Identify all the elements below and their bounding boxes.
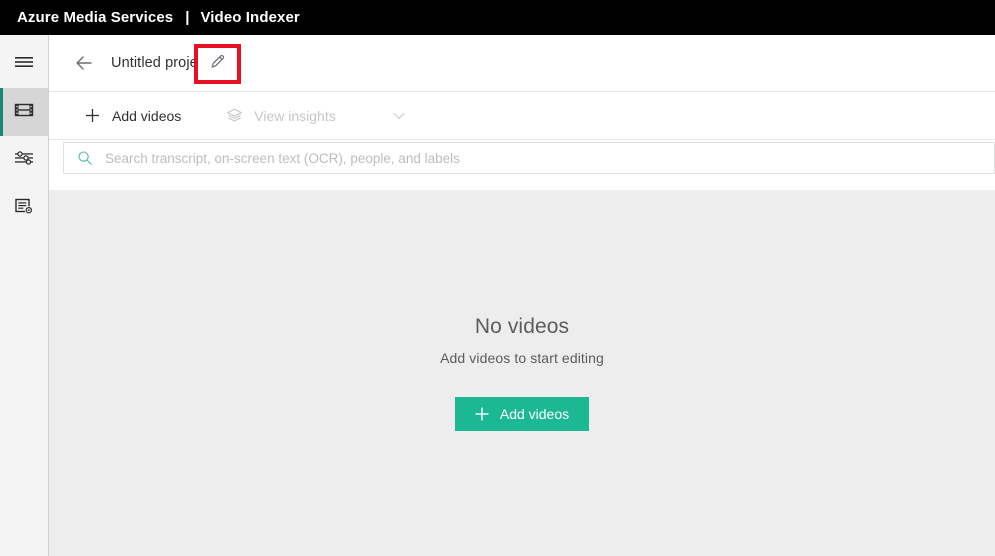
- hamburger-menu-icon: [13, 51, 35, 78]
- project-title-bar: Untitled project: [49, 35, 995, 91]
- search-icon: [76, 150, 93, 167]
- document-settings-icon: [13, 195, 35, 222]
- sidebar: [0, 35, 49, 556]
- search-box[interactable]: [63, 142, 995, 174]
- view-insights-button[interactable]: View insights: [217, 98, 343, 134]
- product-title: Video Indexer: [200, 9, 300, 26]
- brand-title: Azure Media Services: [17, 9, 174, 26]
- empty-state-add-videos-button[interactable]: Add videos: [454, 397, 590, 431]
- view-insights-label: View insights: [254, 107, 336, 124]
- empty-state-title: No videos: [474, 315, 570, 338]
- edit-project-name-button[interactable]: [194, 44, 241, 84]
- app-header: Azure Media Services | Video Indexer: [0, 0, 995, 35]
- plus-icon: [83, 107, 101, 125]
- empty-state-subtitle: Add videos to start editing: [440, 350, 604, 366]
- empty-state-canvas: No videos Add videos to start editing Ad…: [49, 190, 995, 556]
- add-videos-button[interactable]: Add videos: [75, 98, 189, 134]
- empty-state-add-videos-label: Add videos: [499, 406, 570, 422]
- sidebar-item-customization[interactable]: [0, 136, 48, 184]
- search-input[interactable]: [105, 144, 994, 172]
- film-strip-icon: [13, 99, 35, 126]
- main-content: Untitled project Add videos View insight…: [49, 35, 995, 556]
- brand-separator: |: [185, 9, 190, 26]
- command-bar: Add videos View insights: [49, 91, 995, 140]
- sidebar-item-account-settings[interactable]: [0, 184, 48, 232]
- sidebar-item-menu[interactable]: [0, 40, 48, 88]
- add-videos-label: Add videos: [112, 107, 182, 124]
- arrow-left-icon[interactable]: [73, 52, 95, 74]
- sliders-icon: [13, 147, 35, 174]
- sidebar-item-media[interactable]: [0, 88, 48, 136]
- pencil-edit-icon: [208, 52, 227, 76]
- plus-icon: [475, 407, 489, 421]
- search-bar: [49, 140, 995, 176]
- layers-stack-icon: [225, 107, 243, 125]
- chevron-down-icon[interactable]: [388, 105, 410, 127]
